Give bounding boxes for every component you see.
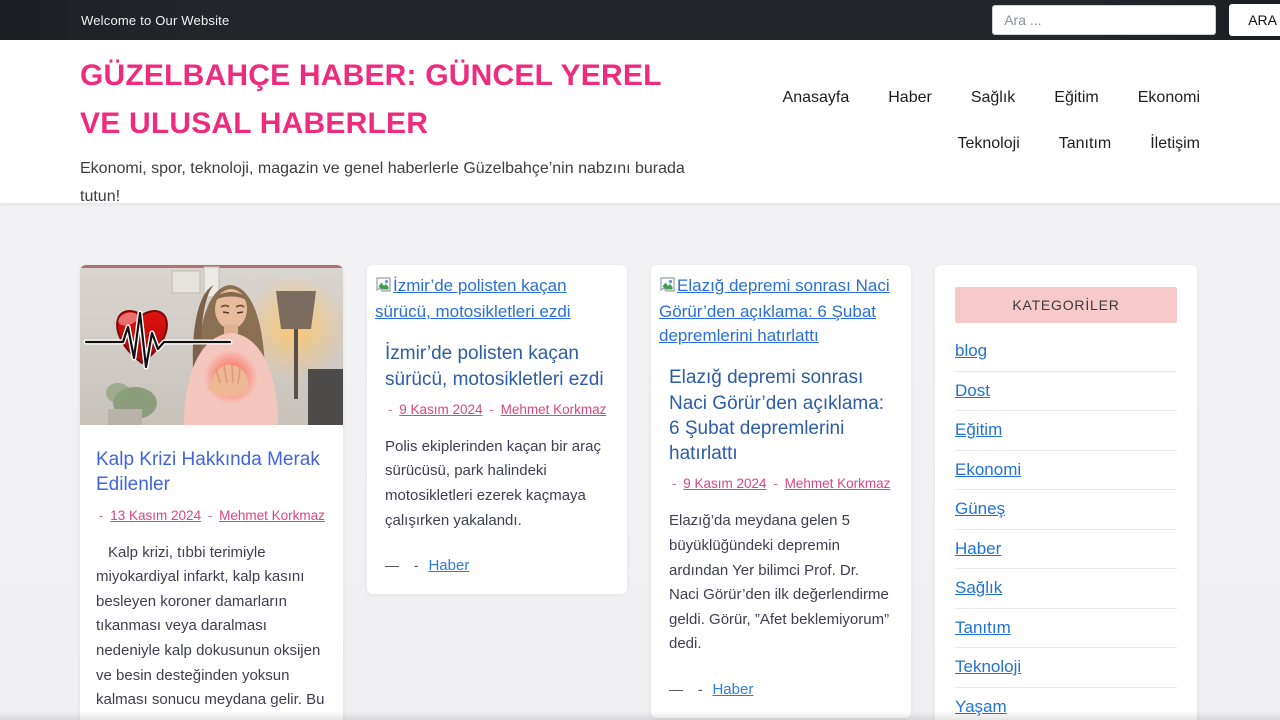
sidebar: KATEGORİLER blog Dost Eğitim Ekonomi Güneş Ha…: [935, 265, 1197, 720]
post-footer: — - Haber: [669, 681, 893, 698]
search-input[interactable]: [992, 5, 1217, 35]
welcome-text: Welcome to Our Website: [81, 12, 230, 28]
sidebar-category-link[interactable]: Eğitim: [955, 411, 1177, 451]
sidebar-category-link[interactable]: Tanıtım: [955, 609, 1177, 648]
post-card: İzmir’de polisten kaçan sürücü, motosikl…: [367, 265, 627, 595]
nav-link[interactable]: Anasayfa: [783, 89, 850, 107]
meta-dash: -: [489, 401, 494, 417]
broken-image-link[interactable]: Elazığ depremi sonrası Naci Görür’den aç…: [657, 270, 905, 348]
footer-dash: —: [385, 557, 399, 574]
sidebar-category-link[interactable]: Sağlık: [955, 569, 1177, 609]
page: Welcome to Our Website ARA GÜZELBAHÇE HA…: [0, 0, 1280, 720]
categories-list: blog Dost Eğitim Ekonomi Güneş Haber Sağlık Tan…: [955, 332, 1177, 720]
site-header: GÜZELBAHÇE HABER: GÜNCEL YEREL VE ULUSAL…: [0, 40, 1280, 205]
sidebar-category-link[interactable]: blog: [955, 332, 1177, 372]
post-title-link[interactable]: Kalp Krizi Hakkında Merak Edilenler: [96, 447, 327, 498]
post-footer: — - Haber: [385, 557, 609, 574]
post-date-link[interactable]: 13 Kasım 2024: [110, 508, 201, 523]
site-tagline: Ekonomi, spor, teknoloji, magazin ve gen…: [80, 160, 685, 205]
nav-link[interactable]: Tanıtım: [1059, 135, 1111, 153]
post-author-link[interactable]: Mehmet Korkmaz: [501, 402, 607, 417]
post-category-link[interactable]: Haber: [712, 681, 753, 698]
meta-dash: -: [672, 476, 677, 492]
broken-image-icon: [659, 276, 676, 300]
top-bar: Welcome to Our Website ARA: [0, 0, 1280, 40]
categories-widget-title: KATEGORİLER: [955, 287, 1177, 323]
search-button[interactable]: ARA: [1229, 4, 1280, 36]
meta-dash: -: [99, 507, 104, 523]
post-body: Elazığ depremi sonrası Naci Görür’den aç…: [657, 365, 905, 698]
post-meta: - 9 Kasım 2024 - Mehmet Korkmaz: [669, 476, 893, 491]
nav-link[interactable]: Teknoloji: [957, 135, 1019, 153]
post-author-link[interactable]: Mehmet Korkmaz: [219, 508, 325, 523]
broken-image-link[interactable]: İzmir’de polisten kaçan sürücü, motosikl…: [373, 270, 621, 324]
post-card: Kalp Krizi Hakkında Merak Edilenler - 13…: [80, 265, 343, 720]
nav-link[interactable]: Sağlık: [971, 89, 1015, 107]
post-date-link[interactable]: 9 Kasım 2024: [399, 402, 482, 417]
nav-link[interactable]: Eğitim: [1054, 89, 1098, 107]
heart-attack-photo: [80, 265, 343, 425]
post-body: Kalp Krizi Hakkında Merak Edilenler - 13…: [80, 425, 343, 720]
branding: GÜZELBAHÇE HABER: GÜNCEL YEREL VE ULUSAL…: [80, 52, 720, 205]
post-excerpt: Polis ekiplerinden kaçan bir araç sürücü…: [385, 437, 601, 529]
meta-dash: -: [388, 401, 393, 417]
sidebar-category-link[interactable]: Yaşam: [955, 688, 1177, 720]
footer-dash: —: [669, 681, 683, 697]
sidebar-category-link[interactable]: Dost: [955, 372, 1177, 411]
post-author-link[interactable]: Mehmet Korkmaz: [785, 476, 891, 491]
sidebar-category-link[interactable]: Ekonomi: [955, 451, 1177, 490]
main-nav: Anasayfa Haber Sağlık Eğitim Ekonomi Teknoloj…: [722, 89, 1200, 203]
meta-dash: -: [207, 507, 213, 523]
nav-link[interactable]: İletişim: [1150, 135, 1200, 153]
search-form: ARA: [992, 4, 1280, 36]
post-meta: - 13 Kasım 2024 - Mehmet Korkmaz: [96, 508, 327, 523]
nav-link[interactable]: Ekonomi: [1138, 89, 1200, 107]
post-title-link[interactable]: Elazığ depremi sonrası Naci Görür’den aç…: [669, 365, 893, 466]
sidebar-category-link[interactable]: Güneş: [955, 490, 1177, 530]
nav-list: Anasayfa Haber Sağlık Eğitim Ekonomi Teknoloj…: [722, 89, 1200, 153]
post-thumbnail[interactable]: [80, 265, 343, 425]
broken-image-alt-text: İzmir’de polisten kaçan sürücü, motosikl…: [375, 276, 571, 322]
post-excerpt: Kalp krizi, tıbbi terimiyle miyokardiyal…: [96, 543, 325, 709]
post-card: Elazığ depremi sonrası Naci Görür’den aç…: [651, 265, 911, 718]
sidebar-category-link[interactable]: Teknoloji: [955, 648, 1177, 688]
post-excerpt: Elazığ’da meydana gelen 5 büyüklüğündeki…: [669, 512, 890, 653]
main-content: Kalp Krizi Hakkında Merak Edilenler - 13…: [0, 203, 1280, 720]
post-meta: - 9 Kasım 2024 - Mehmet Korkmaz: [385, 402, 609, 417]
broken-image-alt-text: Elazığ depremi sonrası Naci Görür’den aç…: [659, 276, 890, 346]
post-body: İzmir’de polisten kaçan sürücü, motosikl…: [373, 341, 621, 574]
nav-link[interactable]: Haber: [888, 89, 932, 107]
post-category-link[interactable]: Haber: [428, 557, 469, 574]
site-title-link[interactable]: GÜZELBAHÇE HABER: GÜNCEL YEREL VE ULUSAL…: [80, 52, 705, 148]
broken-image-icon: [375, 276, 392, 300]
meta-dash: -: [413, 557, 419, 574]
sidebar-category-link[interactable]: Haber: [955, 530, 1177, 569]
post-title-link[interactable]: İzmir’de polisten kaçan sürücü, motosikl…: [385, 341, 609, 392]
post-date-link[interactable]: 9 Kasım 2024: [683, 476, 766, 491]
meta-dash: -: [697, 681, 703, 697]
meta-dash: -: [773, 476, 778, 492]
